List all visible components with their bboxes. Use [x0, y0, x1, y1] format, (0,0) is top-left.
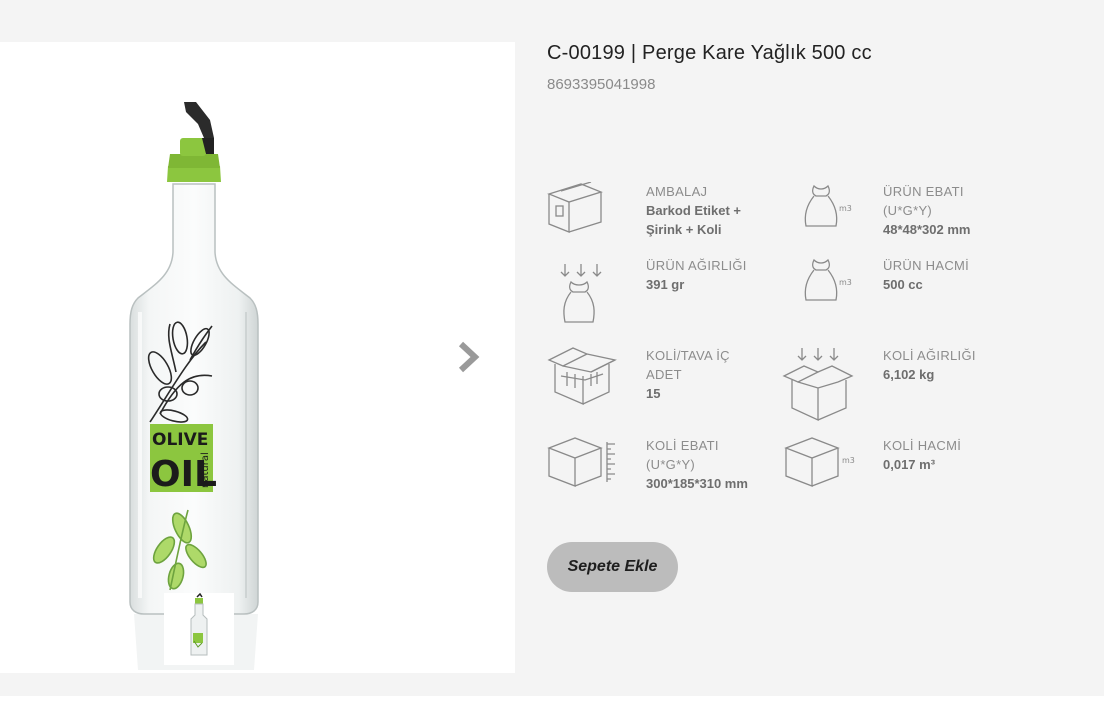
spec-value: 391 gr — [646, 277, 685, 292]
spec-value: 500 cc — [883, 277, 923, 292]
label-text-olive: OLIVE — [152, 430, 208, 450]
spec-value: 300*185*310 mm — [646, 476, 748, 491]
product-gallery: OLIVE OIL natural — [0, 42, 515, 673]
page-footer-strip — [0, 696, 1104, 714]
sack-weight-icon — [560, 264, 602, 323]
sack-m3-icon: m3 — [804, 184, 852, 227]
svg-text:m3: m3 — [842, 456, 855, 465]
spec-value: Barkod Etiket + Şirink + Koli — [646, 203, 742, 237]
label-text-natural: natural — [200, 452, 211, 488]
box-icon — [547, 182, 603, 233]
spec-label: KOLİ AĞIRLIĞI — [883, 348, 976, 363]
product-title: C-00199 | Perge Kare Yağlık 500 cc — [547, 42, 872, 64]
spec-label: KOLİ EBATI (U*G*Y) — [646, 438, 719, 472]
box-ruler-icon — [547, 437, 615, 487]
next-image-arrow-icon[interactable] — [455, 340, 483, 374]
spec-label: AMBALAJ — [646, 184, 708, 199]
spec-value: 6,102 kg — [883, 367, 935, 382]
svg-text:m3: m3 — [839, 278, 852, 287]
sack-volume-icon: m3 — [804, 258, 852, 301]
spec-label: KOLİ HACMİ — [883, 438, 962, 453]
spec-label: ÜRÜN EBATI (U*G*Y) — [883, 184, 964, 218]
product-image: OLIVE OIL natural — [129, 102, 259, 670]
box-volume-icon: m3 — [784, 437, 855, 487]
svg-text:m3: m3 — [839, 204, 852, 213]
spec-label: KOLİ/TAVA İÇ ADET — [646, 348, 730, 382]
gallery-thumbnail[interactable] — [164, 592, 234, 665]
spec-value: 15 — [646, 386, 661, 401]
spec-value: 48*48*302 mm — [883, 222, 971, 237]
product-barcode: 8693395041998 — [547, 76, 656, 93]
thumbnail-bottle-icon — [190, 592, 208, 656]
spec-label: ÜRÜN AĞIRLIĞI — [646, 258, 747, 273]
add-to-cart-button[interactable]: Sepete Ekle — [547, 542, 678, 592]
open-box-weight-icon — [782, 348, 854, 422]
open-box-grid-icon — [547, 347, 617, 405]
spec-value: 0,017 m³ — [883, 457, 936, 472]
spec-label: ÜRÜN HACMİ — [883, 258, 970, 273]
